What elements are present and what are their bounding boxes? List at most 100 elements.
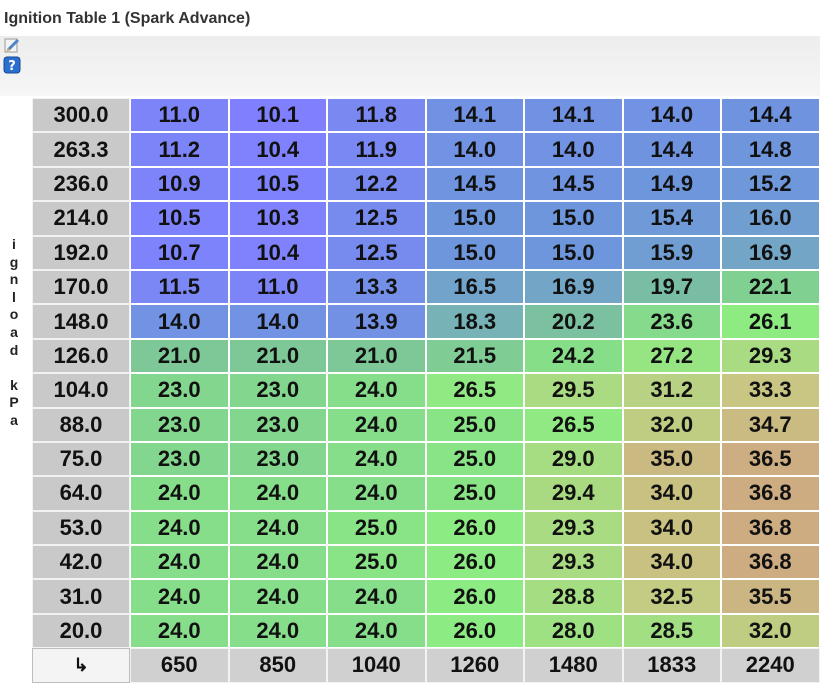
row-header-cell[interactable]: 263.3: [32, 132, 130, 167]
table-cell[interactable]: 36.8: [721, 545, 820, 580]
table-cell[interactable]: 20.2: [524, 304, 623, 339]
column-header-cell[interactable]: 1040: [327, 648, 426, 683]
table-cell[interactable]: 24.2: [524, 338, 623, 374]
table-cell[interactable]: 11.9: [327, 132, 426, 167]
table-cell[interactable]: 15.9: [622, 235, 721, 270]
table-cell[interactable]: 26.0: [425, 579, 524, 614]
table-cell[interactable]: 24.0: [327, 407, 426, 442]
table-cell[interactable]: 21.5: [425, 338, 524, 374]
question-help-icon[interactable]: ?: [2, 55, 22, 75]
table-cell[interactable]: 29.5: [524, 373, 623, 408]
table-cell[interactable]: 29.0: [524, 441, 623, 477]
table-cell[interactable]: 24.0: [228, 476, 327, 511]
table-cell[interactable]: 18.3: [425, 304, 524, 339]
table-cell[interactable]: 25.0: [327, 545, 426, 580]
table-cell[interactable]: 15.0: [425, 201, 524, 236]
table-cell[interactable]: 33.3: [721, 373, 820, 408]
table-cell[interactable]: 24.0: [130, 510, 229, 546]
row-header-cell[interactable]: 192.0: [32, 235, 130, 270]
table-cell[interactable]: 15.2: [721, 166, 820, 202]
table-cell[interactable]: 25.0: [327, 510, 426, 546]
table-cell[interactable]: 23.0: [130, 373, 229, 408]
table-cell[interactable]: 24.0: [327, 579, 426, 614]
table-cell[interactable]: 14.1: [425, 98, 524, 133]
table-cell[interactable]: 28.0: [524, 613, 623, 649]
table-cell[interactable]: 24.0: [130, 545, 229, 580]
table-cell[interactable]: 32.5: [622, 579, 721, 614]
table-cell[interactable]: 15.0: [524, 235, 623, 270]
table-cell[interactable]: 28.8: [524, 579, 623, 614]
corner-toggle-icon[interactable]: ↳: [32, 648, 130, 683]
row-header-cell[interactable]: 42.0: [32, 545, 130, 580]
row-header-cell[interactable]: 88.0: [32, 407, 130, 442]
row-header-cell[interactable]: 75.0: [32, 441, 130, 477]
table-cell[interactable]: 34.0: [622, 476, 721, 511]
table-cell[interactable]: 13.3: [327, 269, 426, 305]
column-header-cell[interactable]: 2240: [721, 648, 820, 683]
table-cell[interactable]: 11.8: [327, 98, 426, 133]
table-cell[interactable]: 16.9: [721, 235, 820, 270]
table-cell[interactable]: 23.0: [130, 407, 229, 442]
table-cell[interactable]: 24.0: [327, 476, 426, 511]
table-cell[interactable]: 36.8: [721, 510, 820, 546]
table-cell[interactable]: 29.3: [524, 510, 623, 546]
table-cell[interactable]: 15.4: [622, 201, 721, 236]
table-cell[interactable]: 10.3: [228, 201, 327, 236]
table-cell[interactable]: 21.0: [228, 338, 327, 374]
table-cell[interactable]: 26.5: [425, 373, 524, 408]
table-cell[interactable]: 11.2: [130, 132, 229, 167]
table-cell[interactable]: 14.1: [524, 98, 623, 133]
table-cell[interactable]: 25.0: [425, 407, 524, 442]
table-cell[interactable]: 23.0: [130, 441, 229, 477]
table-cell[interactable]: 34.0: [622, 510, 721, 546]
column-header-cell[interactable]: 1260: [425, 648, 524, 683]
table-cell[interactable]: 10.9: [130, 166, 229, 202]
table-cell[interactable]: 12.5: [327, 201, 426, 236]
table-cell[interactable]: 11.0: [228, 269, 327, 305]
column-header-cell[interactable]: 650: [130, 648, 229, 683]
table-cell[interactable]: 14.4: [622, 132, 721, 167]
row-header-cell[interactable]: 53.0: [32, 510, 130, 546]
table-cell[interactable]: 32.0: [622, 407, 721, 442]
table-cell[interactable]: 16.5: [425, 269, 524, 305]
table-cell[interactable]: 23.6: [622, 304, 721, 339]
table-cell[interactable]: 24.0: [130, 476, 229, 511]
table-cell[interactable]: 26.5: [524, 407, 623, 442]
table-cell[interactable]: 14.0: [524, 132, 623, 167]
table-cell[interactable]: 34.7: [721, 407, 820, 442]
table-cell[interactable]: 24.0: [228, 579, 327, 614]
table-cell[interactable]: 10.7: [130, 235, 229, 270]
row-header-cell[interactable]: 104.0: [32, 373, 130, 408]
table-cell[interactable]: 14.5: [425, 166, 524, 202]
table-cell[interactable]: 27.2: [622, 338, 721, 374]
table-cell[interactable]: 12.2: [327, 166, 426, 202]
table-cell[interactable]: 26.0: [425, 510, 524, 546]
row-header-cell[interactable]: 170.0: [32, 269, 130, 305]
table-cell[interactable]: 15.0: [425, 235, 524, 270]
table-cell[interactable]: 26.1: [721, 304, 820, 339]
row-header-cell[interactable]: 148.0: [32, 304, 130, 339]
table-cell[interactable]: 24.0: [228, 510, 327, 546]
table-cell[interactable]: 14.5: [524, 166, 623, 202]
table-cell[interactable]: 12.5: [327, 235, 426, 270]
table-cell[interactable]: 23.0: [228, 407, 327, 442]
table-cell[interactable]: 32.0: [721, 613, 820, 649]
row-header-cell[interactable]: 64.0: [32, 476, 130, 511]
table-cell[interactable]: 14.8: [721, 132, 820, 167]
pencil-edit-icon[interactable]: [2, 36, 22, 56]
table-cell[interactable]: 34.0: [622, 545, 721, 580]
table-cell[interactable]: 29.3: [721, 338, 820, 374]
row-header-cell[interactable]: 300.0: [32, 98, 130, 133]
table-cell[interactable]: 26.0: [425, 613, 524, 649]
table-cell[interactable]: 14.0: [622, 98, 721, 133]
table-cell[interactable]: 24.0: [130, 579, 229, 614]
table-cell[interactable]: 25.0: [425, 476, 524, 511]
table-cell[interactable]: 36.5: [721, 441, 820, 477]
table-cell[interactable]: 29.3: [524, 545, 623, 580]
row-header-cell[interactable]: 236.0: [32, 166, 130, 202]
table-cell[interactable]: 10.1: [228, 98, 327, 133]
table-cell[interactable]: 21.0: [327, 338, 426, 374]
table-cell[interactable]: 14.0: [425, 132, 524, 167]
table-cell[interactable]: 36.8: [721, 476, 820, 511]
table-cell[interactable]: 24.0: [228, 545, 327, 580]
